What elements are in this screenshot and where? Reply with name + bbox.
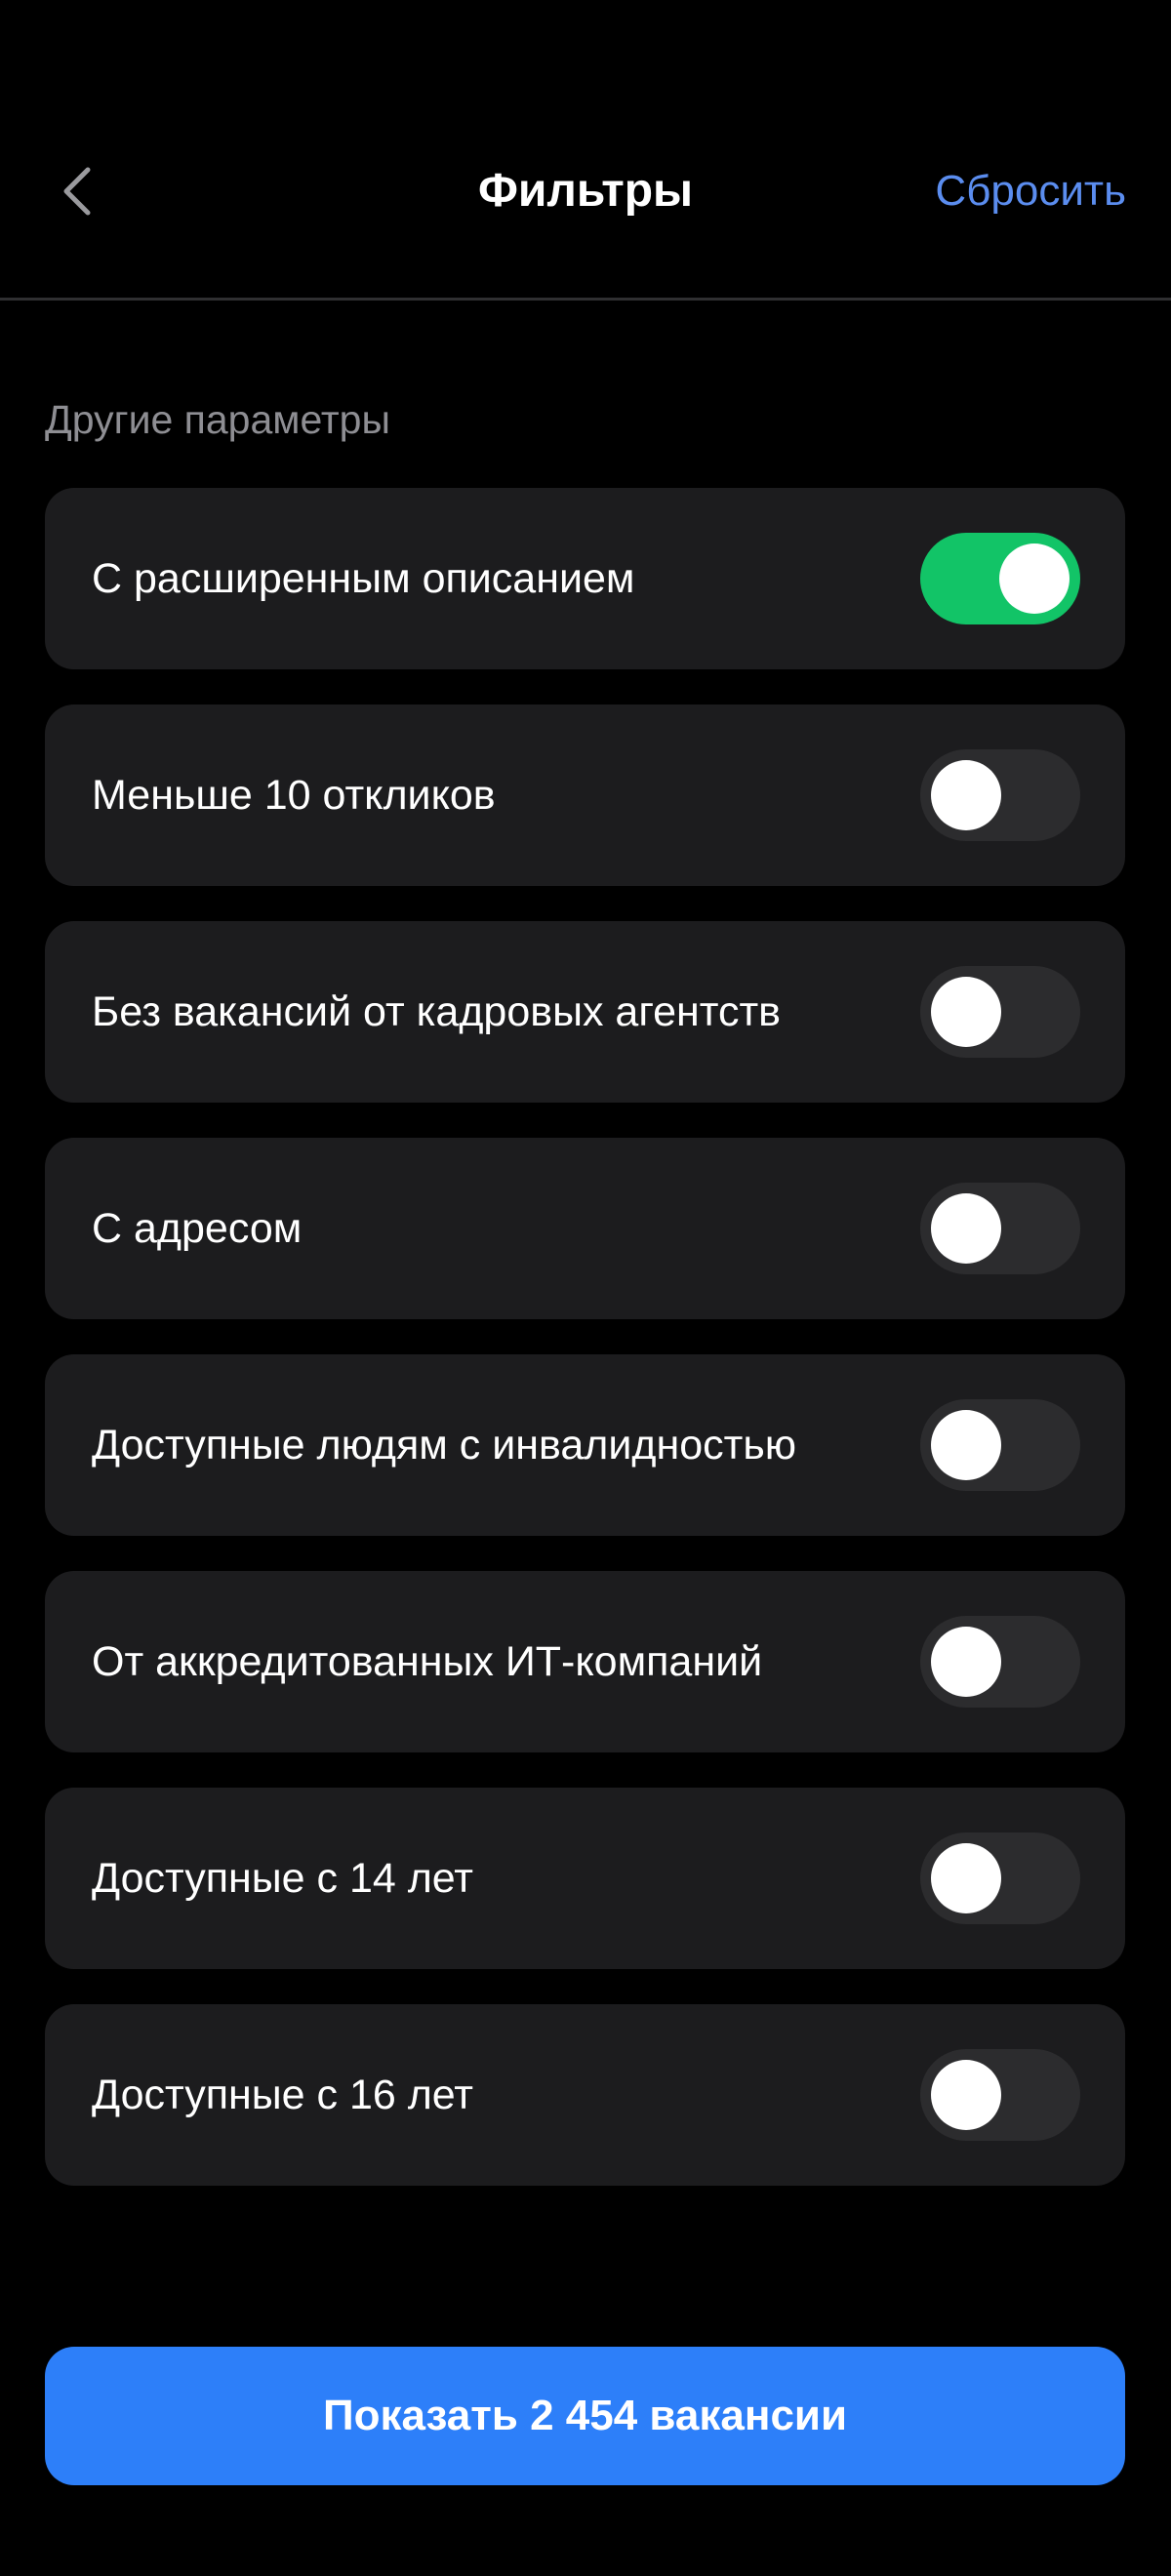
header-divider — [0, 298, 1171, 301]
filter-label: Доступные людям с инвалидностью — [92, 1421, 796, 1469]
toggle-knob — [931, 1627, 1001, 1697]
toggle-switch[interactable] — [920, 1183, 1080, 1274]
toggle-knob — [931, 1193, 1001, 1264]
filters-screen: Фильтры Сбросить Другие параметры С расш… — [0, 0, 1171, 2576]
filter-row-few-responses[interactable]: Меньше 10 откликов — [45, 704, 1125, 886]
filter-label: Доступные с 16 лет — [92, 2071, 473, 2118]
filter-row-with-address[interactable]: С адресом — [45, 1138, 1125, 1319]
toggle-switch[interactable] — [920, 2049, 1080, 2141]
toggle-switch[interactable] — [920, 749, 1080, 841]
toggle-switch[interactable] — [920, 1832, 1080, 1924]
filter-row-age-14[interactable]: Доступные с 14 лет — [45, 1788, 1125, 1969]
filter-label: С адресом — [92, 1204, 303, 1252]
filter-row-accredited-it[interactable]: От аккредитованных ИТ-компаний — [45, 1571, 1125, 1752]
toggle-knob — [931, 760, 1001, 830]
toggle-switch[interactable] — [920, 1616, 1080, 1708]
filter-row-no-agencies[interactable]: Без вакансий от кадровых агентств — [45, 921, 1125, 1103]
filter-label: Меньше 10 откликов — [92, 771, 496, 819]
toggle-switch[interactable] — [920, 533, 1080, 624]
filter-label: С расширенным описанием — [92, 554, 635, 602]
toggle-knob — [931, 1843, 1001, 1913]
filter-list: С расширенным описанием Меньше 10 отклик… — [45, 488, 1125, 2221]
filter-row-age-16[interactable]: Доступные с 16 лет — [45, 2004, 1125, 2186]
header: Фильтры Сбросить — [0, 0, 1171, 299]
section-title: Другие параметры — [45, 397, 390, 442]
filter-row-extended-description[interactable]: С расширенным описанием — [45, 488, 1125, 669]
toggle-knob — [999, 543, 1070, 614]
filter-label: От аккредитованных ИТ-компаний — [92, 1637, 763, 1685]
show-vacancies-button[interactable]: Показать 2 454 вакансии — [45, 2347, 1125, 2485]
toggle-switch[interactable] — [920, 966, 1080, 1058]
toggle-switch[interactable] — [920, 1399, 1080, 1491]
reset-button[interactable]: Сбросить — [935, 156, 1126, 226]
toggle-knob — [931, 1410, 1001, 1480]
filter-row-accessible[interactable]: Доступные людям с инвалидностью — [45, 1354, 1125, 1536]
toggle-knob — [931, 977, 1001, 1047]
toggle-knob — [931, 2060, 1001, 2130]
filter-label: Доступные с 14 лет — [92, 1854, 473, 1902]
filter-label: Без вакансий от кадровых агентств — [92, 987, 781, 1035]
